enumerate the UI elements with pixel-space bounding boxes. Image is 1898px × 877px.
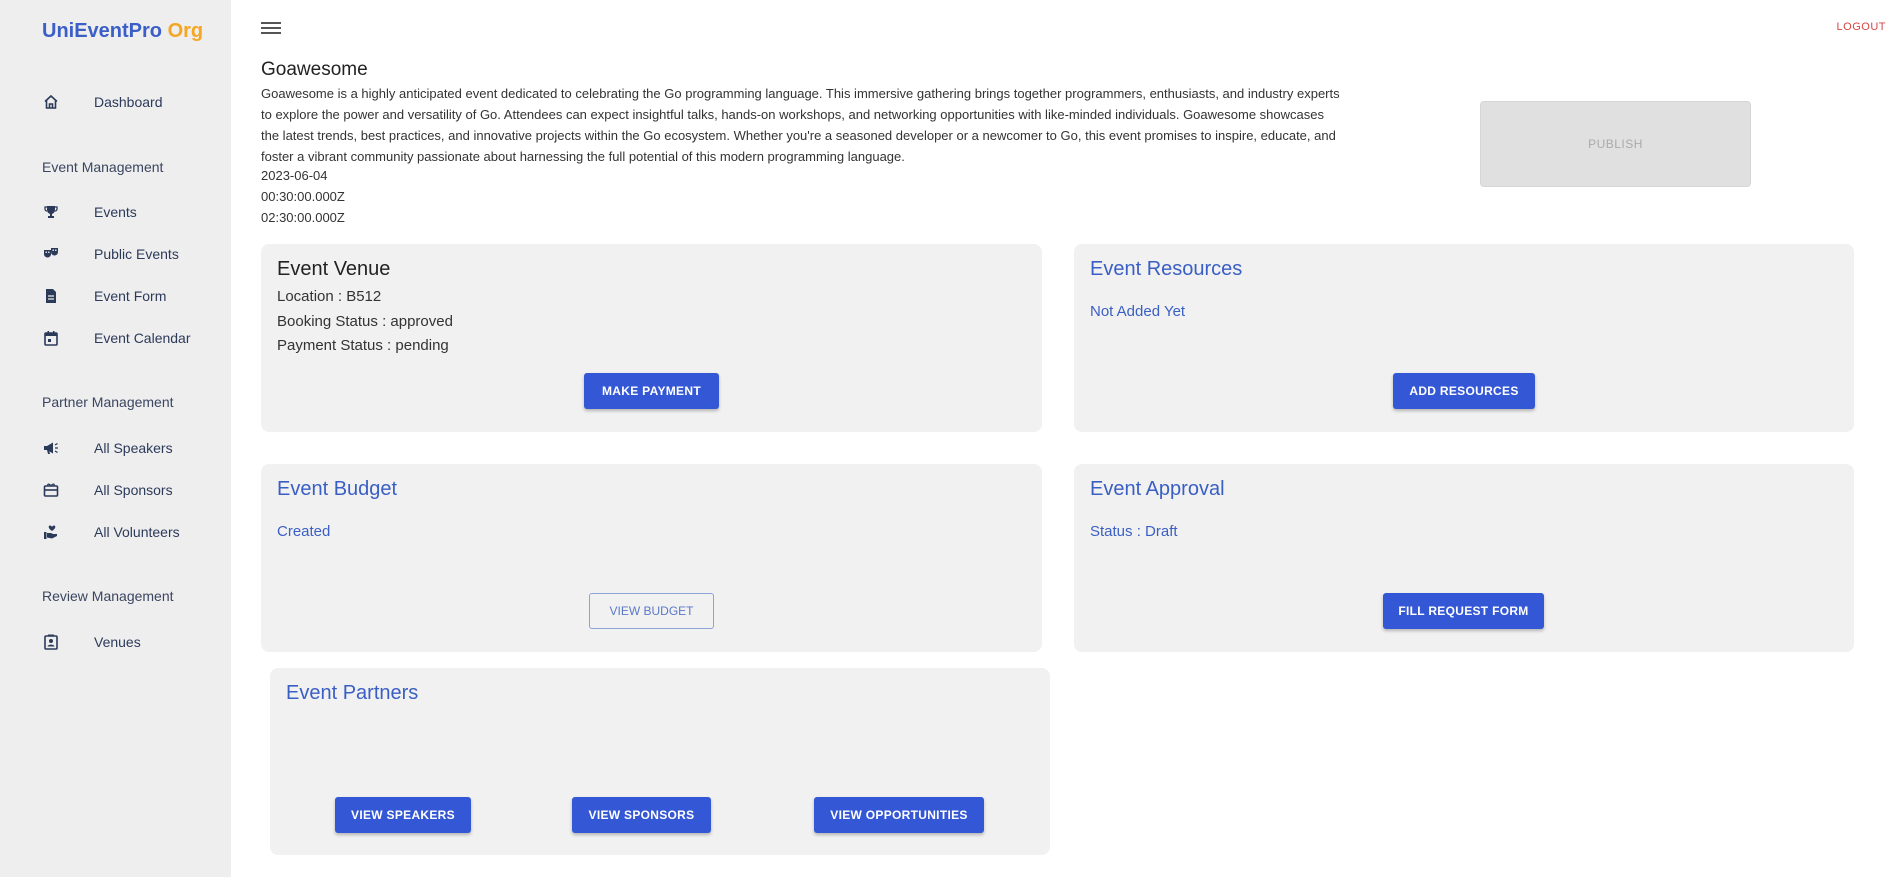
- brand-suffix: Org: [167, 20, 204, 42]
- sidebar-item-event-calendar[interactable]: Event Calendar: [42, 326, 191, 350]
- document-icon: [42, 287, 60, 305]
- sidebar-item-label: All Speakers: [94, 440, 173, 456]
- megaphone-icon: [42, 439, 60, 457]
- masks-icon: [42, 245, 60, 263]
- card-giftcard-icon: [42, 481, 60, 499]
- sidebar-item-label: Public Events: [94, 246, 179, 262]
- venue-booking-status: Booking Status : approved: [277, 313, 453, 330]
- section-title-event-management: Event Management: [42, 159, 164, 175]
- card-title: Event Venue: [277, 258, 391, 280]
- sidebar-item-label: Event Calendar: [94, 330, 191, 346]
- budget-status: Created: [277, 523, 331, 540]
- sidebar-item-venues[interactable]: Venues: [42, 630, 141, 654]
- view-budget-button[interactable]: VIEW BUDGET: [589, 593, 714, 629]
- event-end-time: 02:30:00.000Z: [261, 210, 345, 225]
- home-icon: [42, 93, 60, 111]
- event-resources-card: Event Resources Not Added Yet ADD RESOUR…: [1074, 244, 1854, 432]
- sidebar-item-event-form[interactable]: Event Form: [42, 284, 166, 308]
- brand-logo[interactable]: UniEventPro Org: [42, 20, 203, 43]
- brand-name: UniEventPro: [42, 20, 163, 42]
- sidebar-item-public-events[interactable]: Public Events: [42, 242, 179, 266]
- contact-badge-icon: [42, 633, 60, 651]
- add-resources-button[interactable]: ADD RESOURCES: [1393, 373, 1535, 409]
- trophy-icon: [42, 203, 60, 221]
- sidebar-item-all-volunteers[interactable]: All Volunteers: [42, 520, 180, 544]
- event-start-time: 00:30:00.000Z: [261, 189, 345, 204]
- sidebar-item-dashboard[interactable]: Dashboard: [42, 90, 163, 114]
- card-title: Event Approval: [1090, 478, 1225, 500]
- sidebar-item-label: Venues: [94, 634, 141, 650]
- event-budget-card: Event Budget Created VIEW BUDGET: [261, 464, 1042, 652]
- sidebar-item-label: All Volunteers: [94, 524, 180, 540]
- view-speakers-button[interactable]: VIEW SPEAKERS: [335, 797, 471, 833]
- sidebar-item-label: Events: [94, 204, 137, 220]
- publish-button[interactable]: PUBLISH: [1480, 101, 1751, 187]
- venue-location: Location : B512: [277, 288, 382, 305]
- sidebar-item-all-sponsors[interactable]: All Sponsors: [42, 478, 173, 502]
- sidebar-item-label: All Sponsors: [94, 482, 173, 498]
- event-title: Goawesome: [261, 59, 368, 80]
- section-title-partner-management: Partner Management: [42, 394, 174, 410]
- sidebar-item-all-speakers[interactable]: All Speakers: [42, 436, 173, 460]
- sidebar-item-label: Event Form: [94, 288, 167, 304]
- approval-status: Status : Draft: [1090, 523, 1178, 540]
- logout-button[interactable]: LOGOUT: [1837, 21, 1886, 33]
- card-title: Event Resources: [1090, 258, 1243, 280]
- event-date: 2023-06-04: [261, 168, 328, 183]
- event-partners-card: Event Partners VIEW SPEAKERS VIEW SPONSO…: [270, 668, 1050, 855]
- sidebar-item-events[interactable]: Events: [42, 200, 137, 224]
- event-description: Goawesome is a highly anticipated event …: [261, 86, 1340, 164]
- sidebar: UniEventPro Org Dashboard Event Manageme…: [0, 0, 231, 877]
- fill-request-form-button[interactable]: FILL REQUEST FORM: [1383, 593, 1544, 629]
- venue-payment-status: Payment Status : pending: [277, 337, 449, 354]
- make-payment-button[interactable]: MAKE PAYMENT: [584, 373, 719, 409]
- view-opportunities-button[interactable]: VIEW OPPORTUNITIES: [814, 797, 984, 833]
- section-title-review-management: Review Management: [42, 588, 174, 604]
- card-title: Event Budget: [277, 478, 398, 500]
- event-approval-card: Event Approval Status : Draft FILL REQUE…: [1074, 464, 1854, 652]
- volunteer-icon: [42, 523, 60, 541]
- calendar-icon: [42, 329, 60, 347]
- card-title: Event Partners: [286, 682, 419, 704]
- event-venue-card: Event Venue Location : B512 Booking Stat…: [261, 244, 1042, 432]
- view-sponsors-button[interactable]: VIEW SPONSORS: [572, 797, 711, 833]
- resources-status: Not Added Yet: [1090, 303, 1186, 320]
- sidebar-item-label: Dashboard: [94, 94, 163, 110]
- menu-icon[interactable]: [261, 19, 281, 37]
